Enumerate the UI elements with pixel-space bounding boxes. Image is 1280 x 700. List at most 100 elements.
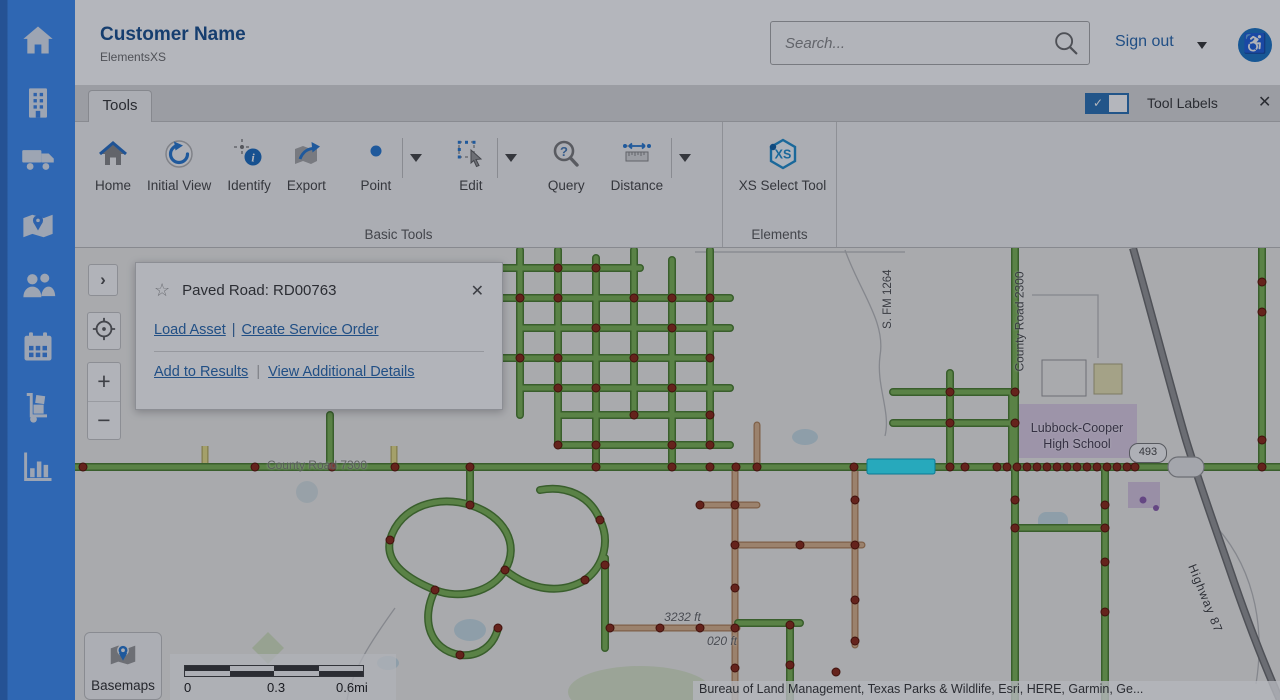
asset-point[interactable] <box>1013 463 1021 471</box>
asset-point[interactable] <box>1258 463 1266 471</box>
locate-button[interactable] <box>87 312 121 350</box>
asset-point[interactable] <box>851 541 859 549</box>
asset-point[interactable] <box>581 576 589 584</box>
tool-query[interactable]: ? Query <box>540 136 593 193</box>
asset-point[interactable] <box>1258 308 1266 316</box>
zoom-in-button[interactable]: + <box>88 363 120 402</box>
asset-point[interactable] <box>1023 463 1031 471</box>
asset-point[interactable] <box>706 463 714 471</box>
asset-point[interactable] <box>554 264 562 272</box>
asset-point[interactable] <box>592 463 600 471</box>
asset-point[interactable] <box>731 541 739 549</box>
tab-tools[interactable]: Tools <box>88 90 152 122</box>
asset-point[interactable] <box>516 354 524 362</box>
search-input[interactable] <box>771 22 1051 64</box>
asset-point[interactable] <box>1011 524 1019 532</box>
asset-point[interactable] <box>668 441 676 449</box>
asset-point[interactable] <box>466 463 474 471</box>
sidebar-item-map[interactable] <box>0 206 75 250</box>
add-to-results-link[interactable]: Add to Results <box>154 364 248 380</box>
asset-point[interactable] <box>851 596 859 604</box>
zoom-out-button[interactable]: − <box>88 402 120 441</box>
asset-point[interactable] <box>1093 463 1101 471</box>
popup-close-icon[interactable]: ✕ <box>471 281 484 301</box>
asset-point[interactable] <box>1033 463 1041 471</box>
asset-point[interactable] <box>731 664 739 672</box>
asset-point[interactable] <box>1011 388 1019 396</box>
asset-point[interactable] <box>786 621 794 629</box>
point-dropdown[interactable] <box>402 138 429 178</box>
asset-point[interactable] <box>1101 501 1109 509</box>
ribbon-close-icon[interactable]: ✕ <box>1258 92 1271 112</box>
asset-point[interactable] <box>1123 463 1131 471</box>
asset-point[interactable] <box>961 463 969 471</box>
asset-point[interactable] <box>1113 463 1121 471</box>
sidebar-item-inventory[interactable] <box>0 388 75 432</box>
sign-out-button[interactable]: Sign out <box>1115 33 1174 51</box>
sidebar-item-fleet[interactable] <box>0 138 75 182</box>
asset-point[interactable] <box>696 501 704 509</box>
asset-point[interactable] <box>501 566 509 574</box>
asset-point[interactable] <box>386 536 394 544</box>
asset-point[interactable] <box>753 463 761 471</box>
asset-point[interactable] <box>946 419 954 427</box>
asset-point[interactable] <box>851 496 859 504</box>
asset-point[interactable] <box>731 501 739 509</box>
tool-labels-toggle[interactable]: ✓ <box>1085 93 1129 114</box>
sidebar-item-calendar[interactable] <box>0 327 75 371</box>
asset-point[interactable] <box>656 624 664 632</box>
asset-point[interactable] <box>466 501 474 509</box>
asset-point[interactable] <box>79 463 87 471</box>
asset-point[interactable] <box>706 441 714 449</box>
basemaps-button[interactable]: Basemaps <box>84 632 162 700</box>
asset-point[interactable] <box>592 324 600 332</box>
asset-point[interactable] <box>606 624 614 632</box>
accessibility-icon[interactable]: ♿ <box>1238 28 1272 62</box>
asset-point[interactable] <box>1063 463 1071 471</box>
asset-point[interactable] <box>668 463 676 471</box>
asset-point[interactable] <box>596 516 604 524</box>
asset-point[interactable] <box>1011 496 1019 504</box>
tool-initial-view[interactable]: Initial View <box>139 136 219 193</box>
asset-point[interactable] <box>630 294 638 302</box>
asset-point[interactable] <box>706 294 714 302</box>
tool-edit[interactable]: Edit <box>445 136 497 193</box>
asset-point[interactable] <box>1101 524 1109 532</box>
map-view[interactable]: S. FM 1264 County Road 2300 County Road … <box>75 248 1280 700</box>
view-additional-details-link[interactable]: View Additional Details <box>268 364 414 380</box>
sign-out-caret-icon[interactable] <box>1197 42 1207 54</box>
sidebar-item-home[interactable] <box>0 20 75 64</box>
asset-point[interactable] <box>696 624 704 632</box>
tool-xs-select[interactable]: XS XS Select Tool <box>731 136 835 193</box>
sidebar-item-reports[interactable] <box>0 446 75 490</box>
asset-point[interactable] <box>946 463 954 471</box>
favorite-star-icon[interactable]: ☆ <box>154 280 170 301</box>
tool-export[interactable]: Export <box>279 136 334 193</box>
asset-point[interactable] <box>554 384 562 392</box>
asset-point[interactable] <box>601 561 609 569</box>
asset-point[interactable] <box>431 586 439 594</box>
tool-point[interactable]: Point <box>350 136 402 193</box>
asset-point[interactable] <box>946 388 954 396</box>
asset-point[interactable] <box>592 384 600 392</box>
tool-identify[interactable]: i Identify <box>219 136 279 193</box>
load-asset-link[interactable]: Load Asset <box>154 322 226 338</box>
asset-point[interactable] <box>1003 463 1011 471</box>
asset-point[interactable] <box>796 541 804 549</box>
asset-point[interactable] <box>668 384 676 392</box>
asset-point[interactable] <box>1083 463 1091 471</box>
sidebar-item-facilities[interactable] <box>0 83 75 127</box>
selected-road-segment[interactable] <box>867 459 935 474</box>
tool-home[interactable]: Home <box>87 136 139 193</box>
asset-point[interactable] <box>1073 463 1081 471</box>
asset-point[interactable] <box>554 294 562 302</box>
asset-point[interactable] <box>731 584 739 592</box>
panel-expand-button[interactable]: › <box>88 264 118 296</box>
asset-point[interactable] <box>630 411 638 419</box>
asset-point[interactable] <box>1101 558 1109 566</box>
asset-point[interactable] <box>328 463 336 471</box>
asset-point[interactable] <box>1043 463 1051 471</box>
asset-point[interactable] <box>668 294 676 302</box>
asset-point[interactable] <box>1131 463 1139 471</box>
asset-point[interactable] <box>706 411 714 419</box>
